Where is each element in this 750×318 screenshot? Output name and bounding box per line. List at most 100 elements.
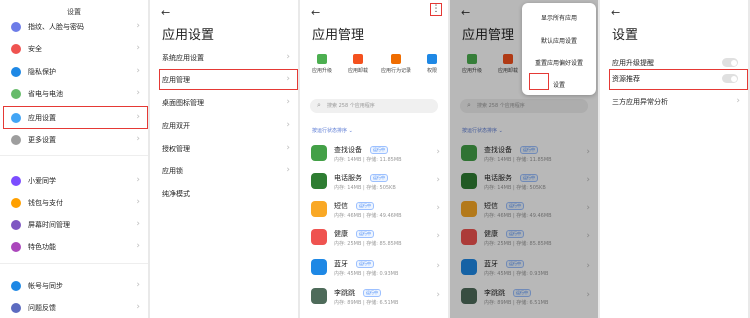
app-settings-item-label: 纯净模式 bbox=[162, 190, 190, 198]
toolbar-button-label: 应用卸载 bbox=[347, 68, 368, 74]
app-meta: 内存: 89MB | 存储: 6.51MB bbox=[334, 300, 399, 306]
divider bbox=[0, 263, 148, 264]
settings-item[interactable]: 问题反馈 › bbox=[0, 298, 148, 318]
settings-item[interactable]: 屏幕时间管理 › bbox=[0, 215, 148, 235]
app-icon bbox=[311, 259, 327, 275]
highlight-box bbox=[159, 69, 298, 90]
settings-item[interactable]: 指纹、人脸与密码 › bbox=[0, 17, 148, 37]
app-settings-item[interactable]: 应用锁 › bbox=[150, 161, 298, 181]
app-icon bbox=[311, 201, 327, 217]
settings-item-label: 省电与电池 bbox=[28, 90, 63, 98]
app-settings-item-label: 桌面图标管理 bbox=[162, 99, 204, 107]
running-badge: 运行中 bbox=[356, 202, 374, 210]
toolbar-button-icon bbox=[391, 54, 401, 64]
toolbar-button[interactable]: 应用卸载 bbox=[340, 54, 376, 74]
app-icon bbox=[311, 145, 327, 161]
settings-item-label: 隐私保护 bbox=[28, 68, 56, 76]
settings-item[interactable]: 更多设置 › bbox=[0, 130, 148, 150]
chevron-right-icon: › bbox=[136, 197, 140, 207]
toolbar-button-icon bbox=[353, 54, 363, 64]
chevron-right-icon: › bbox=[136, 302, 140, 312]
toolbar-button-icon bbox=[317, 54, 327, 64]
app-name: 健康 bbox=[334, 230, 348, 238]
settings-item[interactable]: 省电与电池 › bbox=[0, 84, 148, 104]
settings-item-label: 钱包与支付 bbox=[28, 199, 63, 207]
app-name: 蓝牙 bbox=[334, 260, 348, 268]
search-placeholder: 搜索 258 个应用程序 bbox=[327, 103, 375, 109]
third-party-analysis-row[interactable]: 三方应用异常分析 › bbox=[600, 92, 748, 112]
back-icon[interactable]: ← bbox=[611, 6, 620, 19]
settings-item-icon bbox=[11, 176, 21, 186]
app-management-settings-screen: ← 设置 应用升级提醒 资源推荐 三方应用异常分析 › bbox=[600, 0, 748, 318]
menu-item-default-apps[interactable]: 默认应用设置 bbox=[522, 36, 596, 45]
chevron-right-icon: › bbox=[436, 231, 440, 241]
app-management-screen: ← ⋮ 应用管理 应用升级 应用卸载 应用行为记录 权限 ⌕ 搜索 258 个应用程序… bbox=[300, 0, 448, 318]
settings-item[interactable]: 特色功能 › bbox=[0, 237, 148, 257]
back-icon[interactable]: ← bbox=[311, 6, 320, 19]
sort-dropdown[interactable]: 按运行状态排序 ⌄ bbox=[312, 127, 353, 134]
app-settings-item[interactable]: 授权管理 › bbox=[150, 139, 298, 159]
settings-item[interactable]: 隐私保护 › bbox=[0, 62, 148, 82]
app-row[interactable]: 李跳跳 运行中内存: 89MB | 存储: 6.51MB › bbox=[300, 284, 448, 310]
running-badge: 运行中 bbox=[370, 146, 388, 154]
chevron-right-icon: › bbox=[736, 96, 740, 106]
toolbar-button-label: 应用行为记录 bbox=[380, 68, 411, 74]
search-icon: ⌕ bbox=[317, 101, 321, 109]
app-row[interactable]: 蓝牙 运行中 内存: 45MB | 存储: 0.93MB › bbox=[300, 255, 448, 281]
overflow-menu: 显示所有应用 默认应用设置 重置应用偏好设置 设置 bbox=[522, 3, 596, 95]
app-settings-item[interactable]: 应用双开 › bbox=[150, 116, 298, 136]
app-meta: 内存: 25MB | 存储: 85.85MB bbox=[334, 241, 402, 247]
app-settings-item[interactable]: 桌面图标管理 › bbox=[150, 93, 298, 113]
chevron-right-icon: › bbox=[136, 241, 140, 251]
settings-item[interactable]: 帐号与同步 › bbox=[0, 276, 148, 296]
app-name: 李跳跳 bbox=[334, 289, 355, 297]
app-row[interactable]: 短信 运行中 内存: 46MB | 存储: 49.46MB › bbox=[300, 197, 448, 223]
app-settings-item[interactable]: 系统应用设置 › bbox=[150, 48, 298, 68]
chevron-right-icon: › bbox=[286, 120, 290, 130]
app-icon bbox=[311, 229, 327, 245]
chevron-right-icon: › bbox=[286, 97, 290, 107]
settings-item[interactable]: 安全 › bbox=[0, 39, 148, 59]
upgrade-reminder-toggle[interactable] bbox=[722, 58, 738, 67]
settings-item-label: 问题反馈 bbox=[28, 304, 56, 312]
settings-screen: 设置 指纹、人脸与密码 › 安全 › 隐私保护 › 省电与电池 › 应用设置 › 更多设置 › 小爱同学… bbox=[0, 0, 148, 318]
search-input[interactable]: ⌕ 搜索 258 个应用程序 bbox=[310, 99, 438, 113]
app-settings-item[interactable]: 纯净模式 bbox=[150, 184, 298, 204]
settings-item-label: 特色功能 bbox=[28, 243, 56, 251]
running-badge: 运行中 bbox=[363, 289, 381, 297]
menu-item-show-all[interactable]: 显示所有应用 bbox=[522, 13, 596, 22]
chevron-right-icon: › bbox=[136, 219, 140, 229]
app-icon bbox=[311, 173, 327, 189]
menu-item-reset-prefs[interactable]: 重置应用偏好设置 bbox=[522, 58, 596, 67]
settings-item-icon bbox=[11, 303, 21, 313]
settings-item[interactable]: 小爱同学 › bbox=[0, 171, 148, 191]
settings-item-label: 屏幕时间管理 bbox=[28, 221, 70, 229]
app-row[interactable]: 健康 运行中内存: 25MB | 存储: 85.85MB › bbox=[300, 225, 448, 251]
chevron-right-icon: › bbox=[436, 261, 440, 271]
settings-item-icon bbox=[11, 22, 21, 32]
page-title: 设置 bbox=[67, 8, 81, 16]
app-meta: 内存: 14MB | 存储: 505KB bbox=[334, 185, 396, 191]
app-settings-item-label: 应用双开 bbox=[162, 122, 190, 130]
settings-item-icon bbox=[11, 89, 21, 99]
running-badge: 运行中 bbox=[370, 174, 388, 182]
toolbar-button[interactable]: 权限 bbox=[414, 54, 448, 74]
app-settings-item-label: 系统应用设置 bbox=[162, 54, 204, 62]
chevron-right-icon: › bbox=[436, 290, 440, 300]
app-row[interactable]: 查找设备 运行中 内存: 14MB | 存储: 11.85MB › bbox=[300, 141, 448, 167]
settings-item-icon bbox=[11, 198, 21, 208]
settings-item-icon bbox=[11, 135, 21, 145]
running-badge: 运行中 bbox=[356, 230, 374, 238]
toolbar-button[interactable]: 应用升级 bbox=[304, 54, 340, 74]
toolbar-button[interactable]: 应用行为记录 bbox=[378, 54, 414, 74]
settings-item-icon bbox=[11, 220, 21, 230]
app-row[interactable]: 电话服务 运行中 内存: 14MB | 存储: 505KB › bbox=[300, 169, 448, 195]
app-name: 短信 bbox=[334, 202, 348, 210]
settings-item[interactable]: 钱包与支付 › bbox=[0, 193, 148, 213]
settings-item-label: 安全 bbox=[28, 45, 42, 53]
row-label: 三方应用异常分析 bbox=[612, 98, 668, 106]
page-title: 设置 bbox=[612, 28, 639, 43]
more-options-icon[interactable]: ⋮ bbox=[430, 3, 442, 16]
back-icon[interactable]: ← bbox=[161, 6, 170, 19]
app-meta: 内存: 46MB | 存储: 49.46MB bbox=[334, 213, 402, 219]
